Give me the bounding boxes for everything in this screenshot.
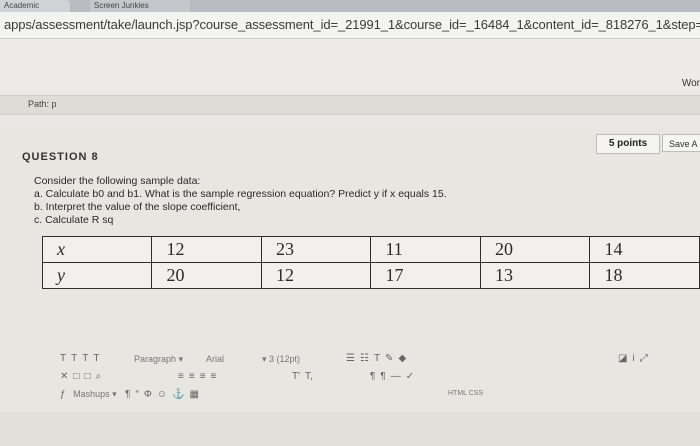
list-icon[interactable]: ☰: [346, 353, 355, 364]
numbered-list-icon[interactable]: ☷: [360, 353, 369, 364]
copy-icon[interactable]: □: [73, 371, 79, 382]
justify-icon[interactable]: ≡: [211, 371, 217, 382]
pilcrow-icon[interactable]: ¶: [380, 371, 385, 382]
tab-screen-junkies[interactable]: Screen Junkies: [90, 0, 190, 12]
quote-icon[interactable]: “: [136, 389, 139, 400]
text-color-icon[interactable]: T: [374, 353, 380, 364]
table-cell: 17: [370, 262, 481, 289]
text-style-icon[interactable]: T: [60, 353, 66, 364]
align-right-icon[interactable]: ≡: [200, 371, 206, 382]
table-cell: 20: [479, 236, 591, 263]
question-line: b. Interpret the value of the slope coef…: [34, 201, 241, 213]
question-line: a. Calculate b0 and b1. What is the samp…: [34, 188, 447, 200]
tab-label: Screen Junkies: [94, 1, 149, 10]
question-line: Consider the following sample data:: [34, 175, 201, 187]
table-cell: 12: [260, 262, 372, 289]
function-icon[interactable]: ƒ: [60, 389, 66, 400]
question-line: c. Calculate R sq: [34, 214, 114, 226]
emoji-icon[interactable]: ☺: [157, 389, 167, 400]
table-cell-var: y: [41, 262, 153, 289]
paragraph-select[interactable]: Paragraph ▾: [134, 354, 183, 365]
tab-academic-calc[interactable]: Academic Calc×: [0, 0, 70, 22]
check-icon[interactable]: ✓: [406, 371, 414, 382]
table-cell: 23: [260, 236, 372, 263]
superscript-icon[interactable]: T': [292, 371, 300, 382]
sample-data-table: x 12 23 11 20 14 y 20 12 17 13 18: [41, 236, 700, 289]
question-text: Consider the following sample data: a. C…: [34, 175, 447, 227]
font-size-select[interactable]: ▾ 3 (12pt): [262, 354, 300, 365]
font-select[interactable]: Arial: [206, 354, 224, 364]
path-bar: Path: p: [0, 95, 700, 115]
hr-icon[interactable]: —: [391, 371, 401, 382]
html-css-label[interactable]: HTML CSS: [448, 390, 483, 397]
text-style-icon[interactable]: T: [71, 353, 77, 364]
subscript-icon[interactable]: T,: [305, 371, 313, 382]
table-cell: 20: [151, 262, 262, 289]
rich-text-editor-toolbar: TTTT Paragraph ▾ Arial ▾ 3 (12pt) ☰ ☷ T ✎ ◆ …: [60, 353, 648, 400]
table-row: y 20 12 17 13 18: [41, 262, 700, 289]
info-icon[interactable]: i: [632, 353, 634, 364]
table-cell: 14: [589, 236, 700, 263]
table-cell-var: x: [41, 236, 153, 263]
address-bar[interactable]: apps/assessment/take/launch.jsp?course_a…: [0, 12, 700, 39]
points-badge: 5 points: [596, 134, 660, 154]
header-right-label[interactable]: Wor: [682, 78, 700, 89]
paste-icon[interactable]: □: [84, 371, 90, 382]
align-center-icon[interactable]: ≡: [189, 371, 195, 382]
anchor-icon[interactable]: ⚓: [172, 389, 184, 400]
table-cell: 11: [370, 236, 481, 263]
table-cell: 13: [479, 262, 591, 289]
path-label: Path: p: [28, 99, 57, 109]
text-style-icon[interactable]: T: [93, 353, 99, 364]
editor-content-area[interactable]: [0, 412, 700, 446]
url-text: apps/assessment/take/launch.jsp?course_a…: [4, 17, 700, 32]
clear-format-icon[interactable]: ◆: [398, 353, 406, 364]
align-left-icon[interactable]: ≡: [178, 371, 184, 382]
save-answer-button[interactable]: Save A: [662, 134, 700, 152]
search-icon[interactable]: ⌕: [95, 371, 101, 382]
table-icon[interactable]: ▦: [190, 389, 199, 400]
page-header: [0, 39, 700, 89]
table-row: x 12 23 11 20 14: [41, 236, 700, 263]
table-cell: 12: [151, 236, 262, 263]
table-cell: 18: [589, 262, 700, 289]
spellcheck-icon[interactable]: ◪: [618, 353, 627, 364]
symbol-icon[interactable]: Φ: [144, 389, 152, 400]
text-style-icon[interactable]: T: [82, 353, 88, 364]
pilcrow-icon[interactable]: ¶: [125, 389, 130, 400]
mashups-menu[interactable]: Mashups: [73, 389, 110, 399]
fullscreen-icon[interactable]: ⤢: [640, 353, 648, 364]
cut-icon[interactable]: ✕: [60, 371, 68, 382]
pilcrow-icon[interactable]: ¶: [370, 371, 375, 382]
highlight-icon[interactable]: ✎: [385, 353, 393, 364]
browser-tabstrip: Academic Calc× Screen Junkies: [0, 0, 700, 22]
question-title: QUESTION 8: [22, 151, 99, 163]
